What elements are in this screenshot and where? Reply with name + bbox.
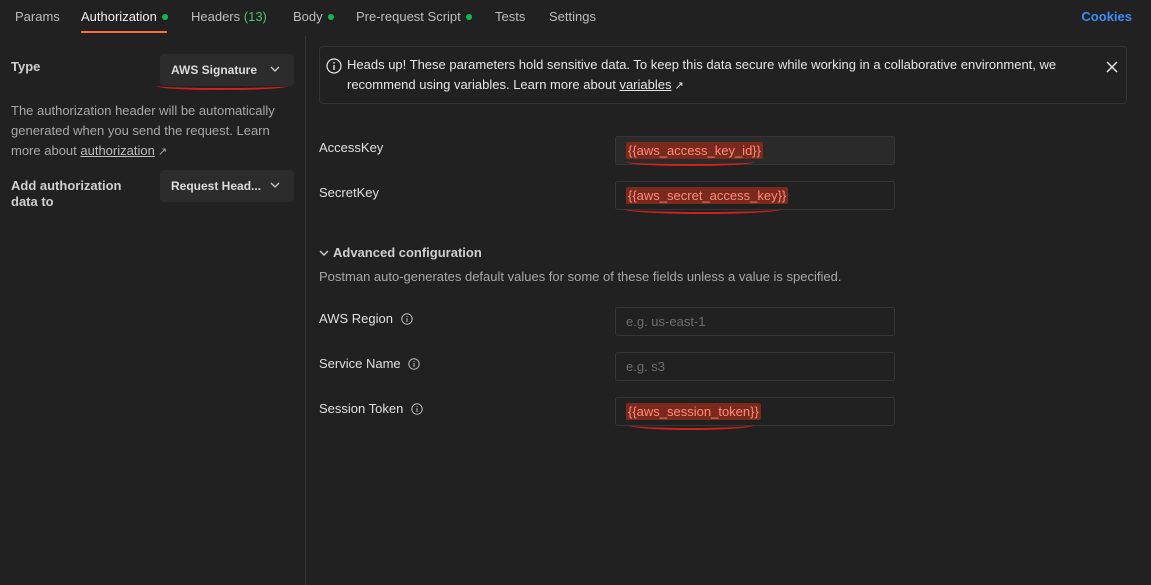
annotation-underline <box>156 82 288 90</box>
access-key-value: {{aws_access_key_id}} <box>626 142 763 159</box>
session-token-value: {{aws_session_token}} <box>626 403 761 420</box>
aws-region-label-text: AWS Region <box>319 311 393 326</box>
add-auth-label: Add authorization data to <box>11 178 122 209</box>
status-dot <box>161 13 168 20</box>
tab-settings-label: Settings <box>549 9 596 24</box>
status-dot <box>465 13 472 20</box>
notice-text: Heads up! These parameters hold sensitiv… <box>347 57 1057 92</box>
request-tabs: Params Authorization Headers (13) Body P… <box>0 0 1151 35</box>
variables-link[interactable]: variables <box>619 77 671 92</box>
session-token-label-text: Session Token <box>319 401 404 416</box>
annotation-underline <box>626 158 754 166</box>
sensitive-data-notice: Heads up! These parameters hold sensitiv… <box>319 46 1127 104</box>
notice-message: Heads up! These parameters hold sensitiv… <box>347 55 1087 96</box>
chevron-down-icon <box>319 250 329 256</box>
service-name-label: Service Name <box>319 356 420 371</box>
info-icon[interactable] <box>411 402 423 415</box>
chevron-down-icon <box>270 182 280 188</box>
authorization-link[interactable]: authorization <box>80 143 154 158</box>
external-link-icon: ↗ <box>157 146 168 158</box>
add-auth-dropdown[interactable]: Request Head... <box>160 170 294 202</box>
tab-tests[interactable]: Tests <box>495 9 525 24</box>
tab-authorization-label: Authorization <box>81 9 157 24</box>
add-auth-value: Request Head... <box>171 179 262 193</box>
session-token-label: Session Token <box>319 401 423 416</box>
aws-region-label: AWS Region <box>319 311 413 326</box>
auth-type-value: AWS Signature <box>171 63 258 77</box>
aws-region-input[interactable]: e.g. us-east-1 <box>615 307 895 336</box>
advanced-config-toggle[interactable]: Advanced configuration <box>319 245 482 260</box>
tab-settings[interactable]: Settings <box>549 9 596 24</box>
status-dot <box>327 13 334 20</box>
service-name-input[interactable]: e.g. s3 <box>615 352 895 381</box>
close-icon[interactable] <box>1105 60 1119 74</box>
tab-body[interactable]: Body <box>293 9 334 24</box>
aws-region-placeholder: e.g. us-east-1 <box>626 314 706 329</box>
headers-count: (13) <box>243 9 267 24</box>
tab-body-label: Body <box>293 9 323 24</box>
cookies-link[interactable]: Cookies <box>1081 9 1132 24</box>
active-tab-indicator <box>81 31 167 33</box>
type-label: Type <box>11 59 41 74</box>
tab-headers-label: Headers <box>191 9 241 24</box>
tab-authorization[interactable]: Authorization <box>81 9 168 24</box>
annotation-underline <box>628 420 754 430</box>
info-icon[interactable] <box>408 357 420 370</box>
service-name-label-text: Service Name <box>319 356 401 371</box>
tab-tests-label: Tests <box>495 9 526 24</box>
advanced-config-description: Postman auto-generates default values fo… <box>319 269 842 284</box>
access-key-label: AccessKey <box>319 140 384 155</box>
tab-params-label: Params <box>15 9 60 24</box>
secret-key-value: {{aws_secret_access_key}} <box>626 187 789 204</box>
info-icon <box>326 58 342 74</box>
tab-pre-request-script[interactable]: Pre-request Script <box>356 9 472 24</box>
service-name-placeholder: e.g. s3 <box>626 359 666 374</box>
info-icon[interactable] <box>400 312 413 325</box>
auth-type-panel: Type AWS Signature The authorization hea… <box>0 36 306 585</box>
secret-key-label: SecretKey <box>319 185 379 200</box>
advanced-config-title: Advanced configuration <box>333 245 482 260</box>
tab-pre-request-label: Pre-request Script <box>356 9 461 24</box>
tab-params[interactable]: Params <box>15 9 60 24</box>
auth-description: The authorization header will be automat… <box>11 101 296 162</box>
chevron-down-icon <box>270 66 280 72</box>
tab-headers[interactable]: Headers (13) <box>191 9 267 24</box>
annotation-underline <box>624 204 782 214</box>
external-link-icon: ↗ <box>674 80 684 92</box>
